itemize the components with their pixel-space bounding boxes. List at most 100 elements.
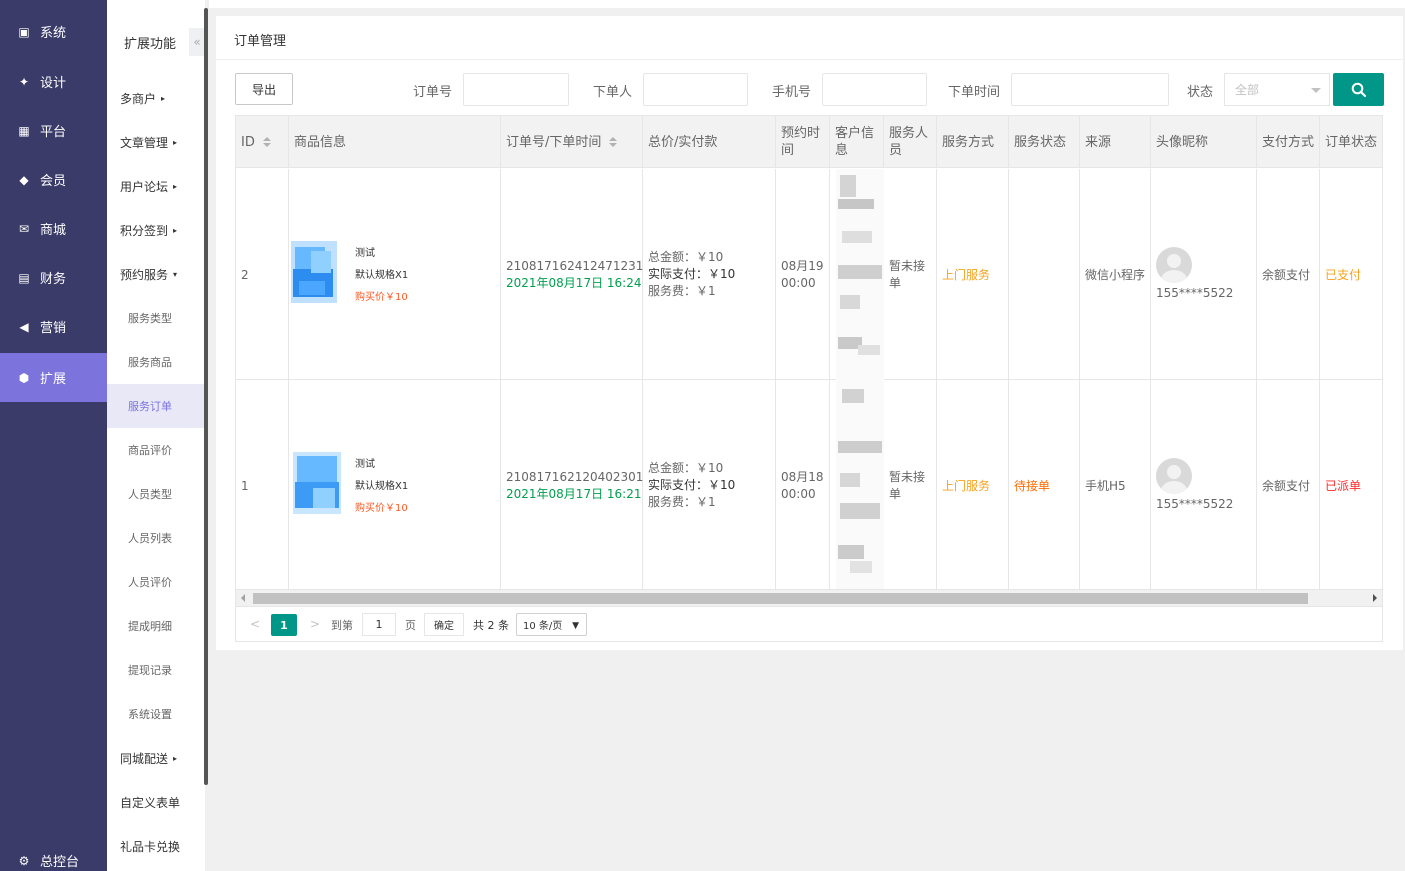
source-value: 微信小程序 bbox=[1085, 268, 1146, 282]
page-1-button[interactable]: 1 bbox=[271, 614, 297, 636]
table-hscrollbar[interactable] bbox=[235, 590, 1383, 607]
goods-info: 测试 默认规格X1 购买价￥10 bbox=[355, 454, 408, 520]
col-order-no[interactable]: 订单号/下单时间 bbox=[501, 116, 643, 168]
next-page-button[interactable]: > bbox=[310, 617, 320, 631]
page-size-select[interactable]: 10 条/页 ▼ bbox=[516, 613, 587, 636]
order-time-label: 下单时间 bbox=[948, 85, 1001, 100]
sub-nav-item[interactable]: 提现记录 bbox=[107, 648, 205, 692]
order-time: 2021年08月17日 16:21 bbox=[506, 486, 642, 501]
sub-nav-item[interactable]: 服务类型 bbox=[107, 296, 205, 340]
nav-label: 商城 bbox=[40, 223, 67, 238]
cell-price: 总金额：￥10 实际支付：￥10 服务费：￥1 bbox=[643, 169, 776, 380]
col-label: 头像昵称 bbox=[1156, 134, 1209, 150]
order-status-value: 已支付 bbox=[1325, 268, 1362, 282]
cell-goods: 测试 默认规格X1 购买价￥10 bbox=[289, 380, 501, 589]
chevron-down-icon: ▼ bbox=[572, 621, 579, 631]
sub-nav-item[interactable]: 预约服务 ▾ bbox=[107, 252, 205, 296]
buyer-label: 下单人 bbox=[593, 85, 633, 100]
nav-item-design[interactable]: ✦ 设计 bbox=[0, 57, 107, 106]
scroll-thumb[interactable] bbox=[253, 593, 1308, 604]
col-label: 订单状态 bbox=[1325, 134, 1378, 150]
sort-icon[interactable] bbox=[262, 137, 271, 147]
sub-nav-item[interactable]: 人员类型 bbox=[107, 472, 205, 516]
sort-icon[interactable] bbox=[609, 137, 618, 147]
avatar[interactable] bbox=[1156, 458, 1192, 494]
sub-nav-label: 积分签到 bbox=[120, 223, 169, 238]
customer-info-redacted bbox=[836, 169, 884, 589]
prev-page-button[interactable]: < bbox=[250, 617, 260, 631]
nav-item-finance[interactable]: ▤ 财务 bbox=[0, 253, 107, 302]
col-label: 订单号/下单时间 bbox=[506, 134, 602, 150]
status-select[interactable]: 全部 bbox=[1224, 73, 1330, 106]
scroll-right-icon[interactable] bbox=[1373, 594, 1377, 602]
sub-nav-item[interactable]: 用户论坛 ▸ bbox=[107, 164, 205, 208]
goto-page-input[interactable]: 1 bbox=[362, 613, 396, 636]
cube-icon: ⬢ bbox=[18, 370, 30, 385]
goto-confirm-button[interactable]: 确定 bbox=[424, 613, 464, 636]
collapse-sidebar-button[interactable]: « bbox=[189, 28, 205, 56]
goto-label: 到第 bbox=[331, 619, 353, 632]
cell-pay-method: 余额支付 bbox=[1257, 169, 1320, 380]
paid-amount: 实际支付：￥10 bbox=[648, 478, 736, 492]
sub-nav-item[interactable]: 人员评价 bbox=[107, 560, 205, 604]
caret-right-icon: ▸ bbox=[173, 225, 178, 235]
col-label: 支付方式 bbox=[1262, 134, 1315, 150]
scroll-left-icon[interactable] bbox=[241, 594, 245, 602]
cell-pay-method: 余额支付 bbox=[1257, 380, 1320, 589]
col-source: 来源 bbox=[1080, 116, 1151, 168]
order-time-input[interactable] bbox=[1011, 73, 1169, 106]
sub-nav-item[interactable]: 文章管理 ▸ bbox=[107, 120, 205, 164]
col-id[interactable]: ID bbox=[236, 116, 289, 168]
cell-price: 总金额：￥10 实际支付：￥10 服务费：￥1 bbox=[643, 380, 776, 589]
nav-item-marketing[interactable]: ◀ 营销 bbox=[0, 302, 107, 351]
nav-item-member[interactable]: ◆ 会员 bbox=[0, 155, 107, 204]
nav-item-mall[interactable]: ✉ 商城 bbox=[0, 204, 107, 253]
sidebar-scrollbar[interactable] bbox=[204, 8, 208, 785]
sub-nav-item[interactable]: 人员列表 bbox=[107, 516, 205, 560]
order-number: 210817162120402301 bbox=[506, 469, 644, 484]
goods-name: 测试 bbox=[355, 459, 375, 470]
nav-item-extension[interactable]: ⬢ 扩展 bbox=[0, 353, 107, 402]
col-label: 预约时间 bbox=[781, 126, 821, 158]
sub-nav-item[interactable]: 礼品卡兑换 bbox=[107, 824, 205, 868]
sub-nav-label: 同城配送 bbox=[120, 751, 169, 766]
search-button[interactable] bbox=[1333, 73, 1384, 106]
order-no-input[interactable] bbox=[463, 73, 569, 106]
nickname: 155****5522 bbox=[1156, 497, 1234, 511]
cell-source: 微信小程序 bbox=[1080, 169, 1151, 380]
nickname: 155****5522 bbox=[1156, 286, 1234, 300]
nav-label: 营销 bbox=[40, 321, 67, 336]
nav-label: 总控台 bbox=[40, 855, 80, 870]
phone-input[interactable] bbox=[822, 73, 927, 106]
avatar[interactable] bbox=[1156, 247, 1192, 283]
sub-nav-item[interactable]: 自定义表单 bbox=[107, 780, 205, 824]
page-title: 订单管理 bbox=[234, 34, 287, 49]
sub-nav-item[interactable]: 积分签到 ▸ bbox=[107, 208, 205, 252]
sub-nav-item[interactable]: 服务商品 bbox=[107, 340, 205, 384]
paid-amount: 实际支付：￥10 bbox=[648, 267, 736, 281]
nav-item-platform[interactable]: ▦ 平台 bbox=[0, 106, 107, 155]
sub-nav-item[interactable]: 多商户 ▸ bbox=[107, 76, 205, 120]
product-image[interactable] bbox=[289, 452, 351, 514]
order-no-label: 订单号 bbox=[413, 85, 453, 100]
buyer-input[interactable] bbox=[643, 73, 748, 106]
sub-nav-item[interactable]: 同城配送 ▸ bbox=[107, 736, 205, 780]
nav-item-console[interactable]: ⚙ 总控台 bbox=[0, 836, 107, 871]
export-button[interactable]: 导出 bbox=[235, 73, 293, 105]
sub-nav-item[interactable]: 系统设置 bbox=[107, 692, 205, 736]
cell-appointment: 08月18 00:00 bbox=[776, 380, 830, 589]
top-bar bbox=[209, 0, 1405, 8]
sub-nav-label: 人员类型 bbox=[128, 488, 172, 501]
goods-price: 购买价￥10 bbox=[355, 503, 408, 514]
sub-nav-item[interactable]: 提成明细 bbox=[107, 604, 205, 648]
col-label: 来源 bbox=[1085, 134, 1112, 150]
sub-nav-item[interactable]: 商品评价 bbox=[107, 428, 205, 472]
sub-nav-item[interactable]: 服务订单 bbox=[107, 384, 205, 428]
nav-item-system[interactable]: ▣ 系统 bbox=[0, 7, 107, 56]
product-image[interactable] bbox=[285, 241, 347, 303]
page-unit-label: 页 bbox=[405, 619, 416, 632]
sub-nav-label: 多商户 bbox=[120, 91, 157, 106]
col-service-mode: 服务方式 bbox=[937, 116, 1009, 168]
sub-nav-label: 服务类型 bbox=[128, 312, 172, 325]
total-count: 共 2 条 bbox=[473, 619, 509, 632]
